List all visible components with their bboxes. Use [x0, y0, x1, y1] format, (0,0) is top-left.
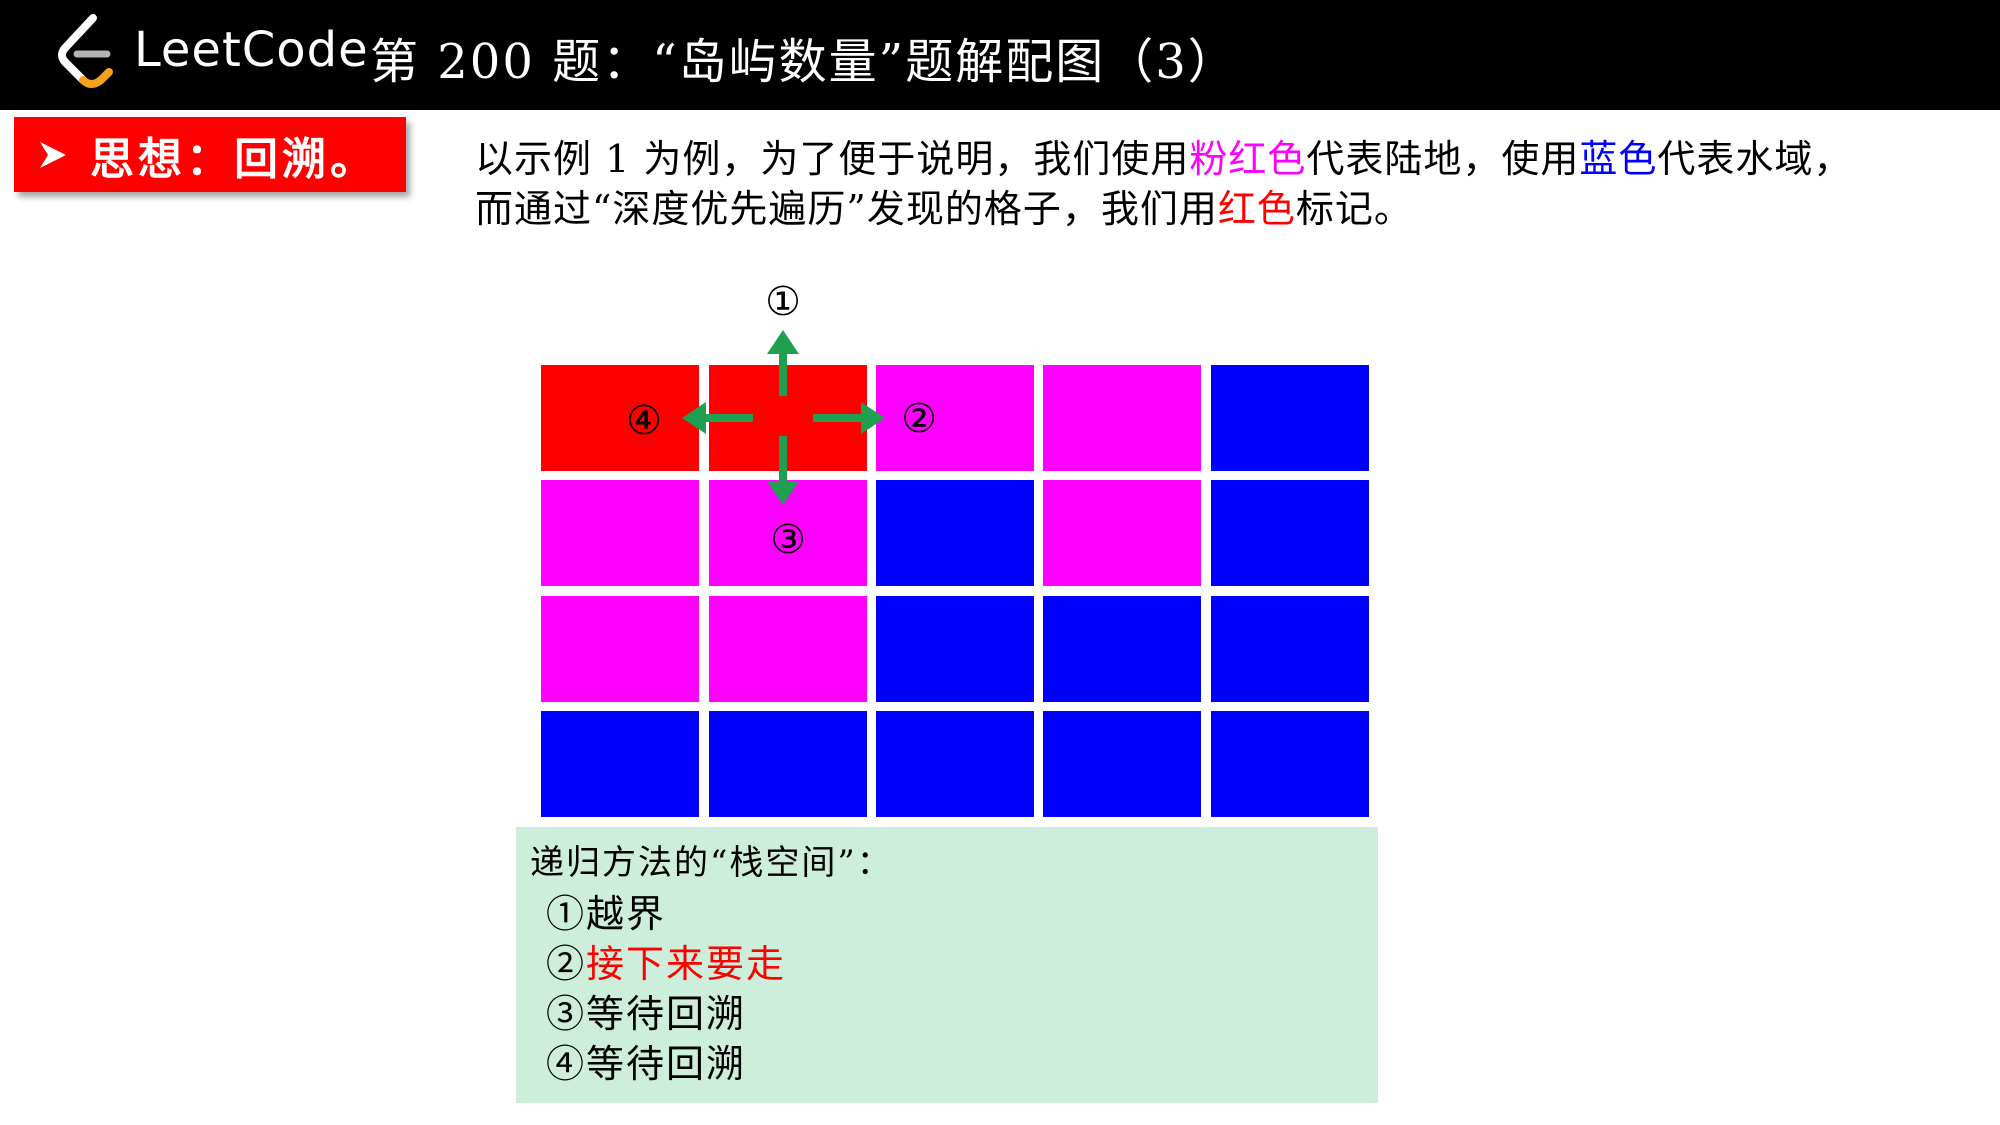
grid-cell-r2-c1 — [709, 596, 867, 702]
grid-cell-r2-c0 — [541, 596, 699, 702]
direction-label-down: ③ — [770, 517, 806, 563]
grid-cell-r1-c0 — [541, 480, 699, 586]
grid-cell-r1-c2 — [876, 480, 1034, 586]
grid-cell-r2-c3 — [1043, 596, 1201, 702]
grid-cell-r1-c4 — [1211, 480, 1369, 586]
direction-label-left: ④ — [626, 398, 662, 444]
stack-item-marker: ① — [546, 892, 587, 936]
grid-cell-r0-c2 — [876, 365, 1034, 471]
direction-label-right: ② — [901, 396, 937, 442]
stack-space-title: 递归方法的“栈空间”： — [530, 843, 893, 883]
stack-item-4: ④等待回溯 — [546, 1033, 746, 1088]
stack-item-3: ③等待回溯 — [546, 983, 746, 1038]
grid-cell-r1-c3 — [1043, 480, 1201, 586]
grid-cell-r3-c1 — [709, 711, 867, 817]
stack-item-text: 等待回溯 — [586, 992, 747, 1036]
grid-cell-r3-c3 — [1043, 711, 1201, 817]
direction-label-up: ① — [765, 279, 801, 325]
stack-item-text-highlight: 接下来要走 — [586, 942, 787, 986]
stack-item-marker: ④ — [546, 1042, 587, 1086]
grid-cell-r3-c2 — [876, 711, 1034, 817]
stack-item-2: ②接下来要走 — [546, 933, 786, 988]
stack-item-marker: ② — [546, 942, 587, 986]
stack-space-box: 递归方法的“栈空间”： ①越界 ②接下来要走 ③等待回溯 ④等待回溯 — [516, 827, 1378, 1103]
stack-item-text: 等待回溯 — [586, 1042, 747, 1086]
grid-cell-r0-c4 — [1211, 365, 1369, 471]
grid-cell-r2-c2 — [876, 596, 1034, 702]
grid-cell-r0-c3 — [1043, 365, 1201, 471]
stack-item-text: 越界 — [586, 892, 667, 936]
grid-cell-r3-c4 — [1211, 711, 1369, 817]
grid-cell-r0-c0 — [541, 365, 699, 471]
stack-item-1: ①越界 — [546, 883, 666, 938]
grid-cell-r3-c0 — [541, 711, 699, 817]
stack-item-marker: ③ — [546, 992, 587, 1036]
grid-cell-r2-c4 — [1211, 596, 1369, 702]
